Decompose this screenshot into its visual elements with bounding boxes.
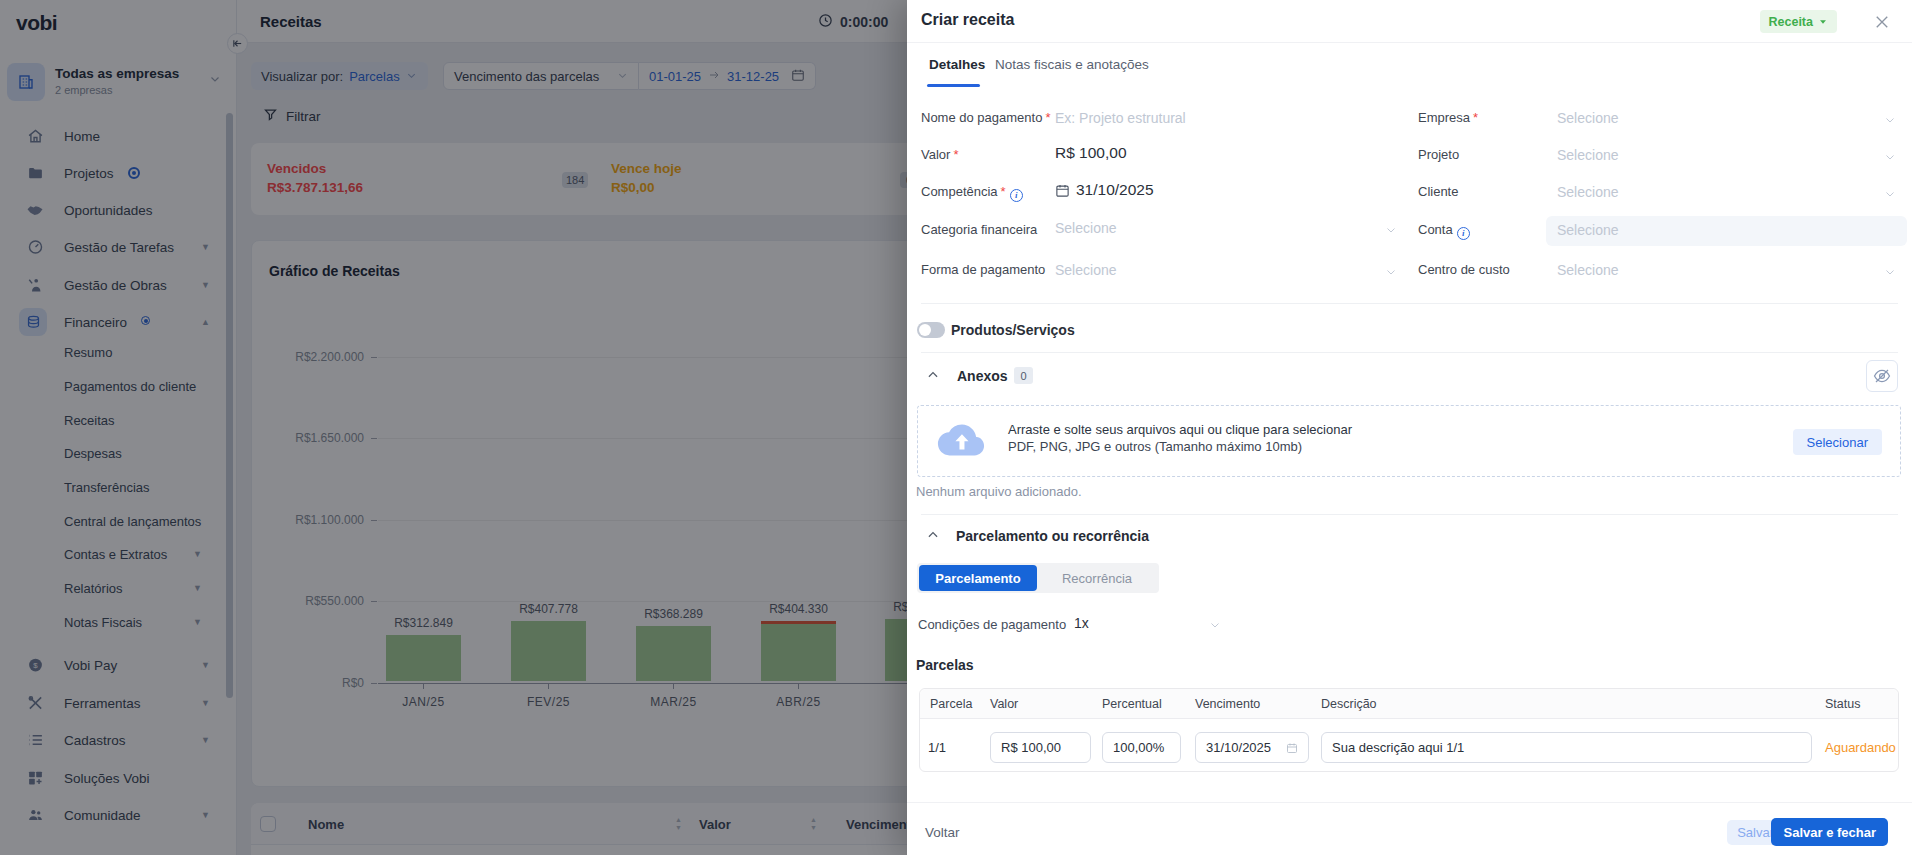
drawer-header: Criar receita Receita (907, 0, 1912, 43)
parcela-number: 1/1 (928, 740, 946, 755)
cloud-upload-icon (936, 420, 986, 464)
file-dropzone[interactable]: Arraste e solte seus arquivos aqui ou cl… (917, 405, 1901, 477)
app-root: vobi Todas as empresas 2 empresas Home P… (0, 0, 1912, 855)
categoria-select[interactable]: Selecione (1055, 220, 1117, 236)
field-label-conta: Contai (1418, 222, 1470, 240)
parcela-percentual-input[interactable] (1102, 732, 1181, 763)
parcela-descricao-input[interactable] (1321, 732, 1812, 763)
field-label-forma-pagamento: Forma de pagamento (921, 262, 1045, 277)
select-files-button[interactable]: Selecionar (1793, 429, 1882, 455)
empresa-select[interactable]: Selecione (1557, 110, 1619, 126)
close-icon[interactable] (1873, 13, 1891, 31)
forma-pagamento-select[interactable]: Selecione (1055, 262, 1117, 278)
anexos-section-title: Anexos (957, 368, 1008, 384)
parcelamento-recorrencia-segmented: Parcelamento Recorrência (917, 563, 1159, 593)
chevron-down-icon (1884, 264, 1896, 282)
produtos-servicos-toggle[interactable] (917, 322, 945, 338)
field-label-centro-custo: Centro de custo (1418, 262, 1510, 277)
no-files-text: Nenhum arquivo adicionado. (916, 484, 1082, 499)
parcelas-title: Parcelas (916, 657, 974, 673)
condicoes-label: Condições de pagamento (918, 617, 1066, 632)
dropzone-subtext: PDF, PNG, JPG e outros (Tamanho máximo 1… (1008, 439, 1302, 454)
chevron-down-icon (1884, 186, 1896, 204)
parcela-vencimento-input[interactable]: 31/10/2025 (1195, 732, 1309, 763)
create-revenue-drawer: Criar receita Receita Detalhes Notas fis… (907, 0, 1912, 855)
divider (921, 352, 1898, 353)
active-tab-indicator (927, 84, 980, 87)
tab-notas-fiscais[interactable]: Notas fiscais e anotações (995, 57, 1149, 72)
voltar-button[interactable]: Voltar (925, 825, 960, 840)
chevron-down-icon (1884, 149, 1896, 167)
field-label-empresa: Empresa* (1418, 110, 1478, 125)
divider (921, 303, 1898, 304)
conta-select[interactable]: Selecione (1546, 216, 1907, 246)
dropzone-text: Arraste e solte seus arquivos aqui ou cl… (1008, 422, 1352, 437)
info-icon[interactable]: i (1457, 227, 1470, 240)
col-valor: Valor (990, 697, 1018, 711)
parcela-status: Aguardando (1825, 740, 1896, 755)
field-label-valor: Valor* (921, 147, 958, 162)
segment-recorrencia[interactable]: Recorrência (1037, 565, 1157, 591)
divider (921, 514, 1898, 515)
projeto-select[interactable]: Selecione (1557, 147, 1619, 163)
revenue-type-button[interactable]: Receita (1760, 10, 1837, 33)
cliente-select[interactable]: Selecione (1557, 184, 1619, 200)
parcelas-table: Parcela Valor Percentual Vencimento Desc… (919, 688, 1899, 772)
calendar-icon (1286, 742, 1298, 754)
drawer-title: Criar receita (921, 11, 1014, 29)
produtos-servicos-label: Produtos/Serviços (951, 322, 1075, 338)
field-label-projeto: Projeto (1418, 147, 1459, 162)
chevron-down-icon (1385, 264, 1397, 282)
footer-divider (907, 802, 1912, 803)
chevron-down-icon (1884, 112, 1896, 130)
segment-parcelamento[interactable]: Parcelamento (919, 565, 1037, 591)
chevron-down-icon (1385, 222, 1397, 240)
parcelamento-section-title: Parcelamento ou recorrência (956, 528, 1149, 544)
col-percentual: Percentual (1102, 697, 1162, 711)
field-label-categoria: Categoria financeira (921, 222, 1037, 237)
tab-detalhes[interactable]: Detalhes (929, 57, 985, 72)
field-label-nome: Nome do pagamento* (921, 110, 1050, 125)
anexos-count-badge: 0 (1014, 367, 1033, 384)
valor-input[interactable]: R$ 100,00 (1055, 144, 1127, 162)
revenue-type-label: Receita (1769, 15, 1813, 29)
col-descricao: Descrição (1321, 697, 1377, 711)
centro-custo-select[interactable]: Selecione (1557, 262, 1619, 278)
info-icon[interactable]: i (1010, 189, 1023, 202)
calendar-icon (1055, 183, 1070, 198)
competencia-input[interactable]: 31/10/2025 (1055, 181, 1154, 199)
field-label-competencia: Competência*i (921, 184, 1023, 202)
parcela-valor-input[interactable] (990, 732, 1091, 763)
collapse-section-icon[interactable] (926, 368, 940, 386)
parcelas-table-header: Parcela Valor Percentual Vencimento Desc… (920, 689, 1898, 719)
condicoes-select[interactable]: 1x (1074, 615, 1089, 631)
field-label-cliente: Cliente (1418, 184, 1458, 199)
eye-off-button[interactable] (1866, 360, 1898, 392)
chevron-down-icon (1209, 617, 1221, 635)
col-status: Status (1825, 697, 1860, 711)
collapse-section-icon[interactable] (926, 528, 940, 546)
salvar-e-fechar-button[interactable]: Salvar e fechar (1771, 818, 1888, 846)
nome-input[interactable]: Ex: Projeto estrutural (1055, 110, 1186, 126)
col-parcela: Parcela (930, 697, 972, 711)
col-vencimento: Vencimento (1195, 697, 1260, 711)
